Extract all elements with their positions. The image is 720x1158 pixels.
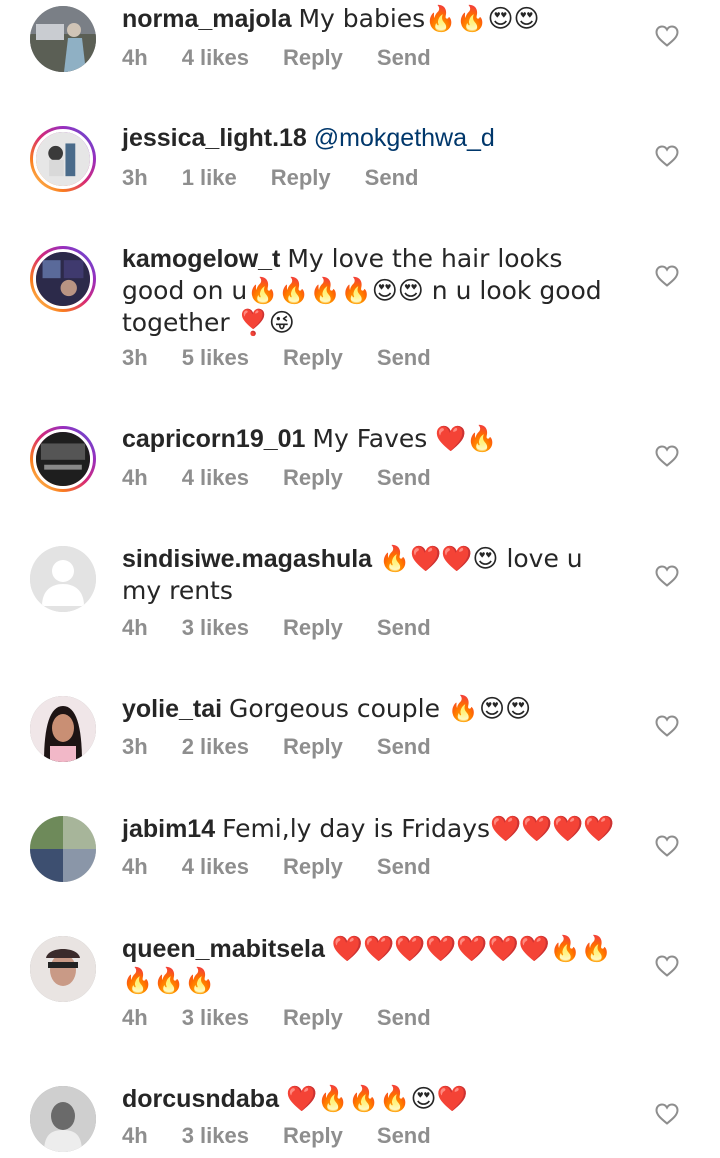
comment-time: 4h [122, 1005, 148, 1030]
comment-likes[interactable]: 4 likes [182, 854, 249, 879]
comment-body: Gorgeous couple 🔥😍😍 [229, 694, 532, 723]
comment-meta: 4h 3 likes Reply Send [122, 1005, 465, 1031]
comment-meta: 3h 5 likes Reply Send [122, 345, 465, 371]
like-heart-icon[interactable] [655, 145, 679, 167]
comment-time: 3h [122, 345, 148, 370]
comment-time: 4h [122, 465, 148, 490]
comment-meta: 4h 3 likes Reply Send [122, 615, 465, 641]
comment-body: My Faves ❤️🔥 [312, 424, 498, 453]
reply-button[interactable]: Reply [283, 45, 343, 70]
reply-button[interactable]: Reply [271, 165, 331, 190]
default-avatar-icon [30, 546, 96, 612]
comment-meta: 3h 2 likes Reply Send [122, 734, 465, 760]
comment-meta: 4h 4 likes Reply Send [122, 45, 465, 71]
avatar[interactable] [30, 546, 96, 612]
avatar[interactable] [30, 696, 96, 762]
comment-likes[interactable]: 3 likes [182, 1123, 249, 1148]
like-heart-icon[interactable] [655, 25, 679, 47]
comment-likes[interactable]: 4 likes [182, 465, 249, 490]
comment-text: sindisiwe.magashula 🔥❤️❤️😍 love u my ren… [122, 543, 622, 607]
avatar-photo [30, 1086, 96, 1152]
comment-text: dorcusndaba ❤️🔥🔥🔥😍❤️ [122, 1083, 622, 1115]
comment-username[interactable]: jabim14 [122, 815, 215, 843]
avatar[interactable] [30, 6, 96, 72]
comment-text: norma_majola My babies🔥🔥😍😍 [122, 3, 622, 35]
reply-button[interactable]: Reply [283, 1123, 343, 1148]
reply-button[interactable]: Reply [283, 854, 343, 879]
comment-text: queen_mabitsela ❤️❤️❤️❤️❤️❤️❤️🔥🔥🔥🔥🔥 [122, 933, 622, 997]
comment-text: jessica_light.18 @mokgethwa_d [122, 123, 622, 154]
comment-username[interactable]: norma_majola [122, 5, 292, 33]
comment-body: My babies🔥🔥😍😍 [298, 4, 540, 33]
avatar[interactable] [30, 246, 96, 312]
send-button[interactable]: Send [377, 345, 431, 370]
comment-text: capricorn19_01 My Faves ❤️🔥 [122, 423, 622, 455]
comment-meta: 4h 3 likes Reply Send [122, 1123, 465, 1149]
comment-username[interactable]: yolie_tai [122, 695, 222, 723]
avatar[interactable] [30, 936, 96, 1002]
comment-text: jabim14 Femi,ly day is Fridays❤️❤️❤️❤️ [122, 813, 622, 845]
avatar-photo [30, 6, 96, 72]
comment-meta: 3h 1 like Reply Send [122, 165, 452, 191]
like-heart-icon[interactable] [655, 715, 679, 737]
like-heart-icon[interactable] [655, 445, 679, 467]
comment-username[interactable]: kamogelow_t [122, 245, 280, 273]
avatar-photo [30, 816, 96, 882]
comment-likes[interactable]: 5 likes [182, 345, 249, 370]
comment-mention[interactable]: @mokgethwa_d [314, 124, 495, 152]
send-button[interactable]: Send [377, 854, 431, 879]
comment-likes[interactable]: 1 like [182, 165, 237, 190]
comment-time: 4h [122, 1123, 148, 1148]
reply-button[interactable]: Reply [283, 734, 343, 759]
avatar-photo [36, 252, 90, 306]
comment-likes[interactable]: 2 likes [182, 734, 249, 759]
like-heart-icon[interactable] [655, 1103, 679, 1125]
avatar-photo [36, 132, 90, 186]
send-button[interactable]: Send [365, 165, 419, 190]
avatar[interactable] [30, 426, 96, 492]
like-heart-icon[interactable] [655, 835, 679, 857]
send-button[interactable]: Send [377, 45, 431, 70]
comment-meta: 4h 4 likes Reply Send [122, 854, 465, 880]
comment-meta: 4h 4 likes Reply Send [122, 465, 465, 491]
comment-time: 4h [122, 45, 148, 70]
comment-username[interactable]: capricorn19_01 [122, 425, 305, 453]
avatar[interactable] [30, 816, 96, 882]
comment-time: 3h [122, 165, 148, 190]
comment-username[interactable]: sindisiwe.magashula [122, 545, 372, 573]
like-heart-icon[interactable] [655, 565, 679, 587]
comment-likes[interactable]: 3 likes [182, 615, 249, 640]
comment-time: 3h [122, 734, 148, 759]
comment-time: 4h [122, 615, 148, 640]
comment-body: Femi,ly day is Fridays❤️❤️❤️❤️ [222, 814, 615, 843]
comment-likes[interactable]: 4 likes [182, 45, 249, 70]
reply-button[interactable]: Reply [283, 1005, 343, 1030]
comment-username[interactable]: queen_mabitsela [122, 935, 325, 963]
comment-likes[interactable]: 3 likes [182, 1005, 249, 1030]
like-heart-icon[interactable] [655, 955, 679, 977]
like-heart-icon[interactable] [655, 265, 679, 287]
comment-text: yolie_tai Gorgeous couple 🔥😍😍 [122, 693, 622, 725]
comment-time: 4h [122, 854, 148, 879]
send-button[interactable]: Send [377, 1123, 431, 1148]
send-button[interactable]: Send [377, 615, 431, 640]
comment-username[interactable]: dorcusndaba [122, 1085, 279, 1113]
send-button[interactable]: Send [377, 465, 431, 490]
avatar-photo [36, 432, 90, 486]
send-button[interactable]: Send [377, 1005, 431, 1030]
avatar[interactable] [30, 1086, 96, 1152]
comment-body: ❤️🔥🔥🔥😍❤️ [285, 1084, 468, 1113]
avatar-photo [30, 936, 96, 1002]
comment-username[interactable]: jessica_light.18 [122, 124, 307, 152]
reply-button[interactable]: Reply [283, 615, 343, 640]
reply-button[interactable]: Reply [283, 465, 343, 490]
reply-button[interactable]: Reply [283, 345, 343, 370]
send-button[interactable]: Send [377, 734, 431, 759]
comment-text: kamogelow_t My love the hair looks good … [122, 243, 622, 339]
avatar[interactable] [30, 126, 96, 192]
avatar-photo [30, 696, 96, 762]
